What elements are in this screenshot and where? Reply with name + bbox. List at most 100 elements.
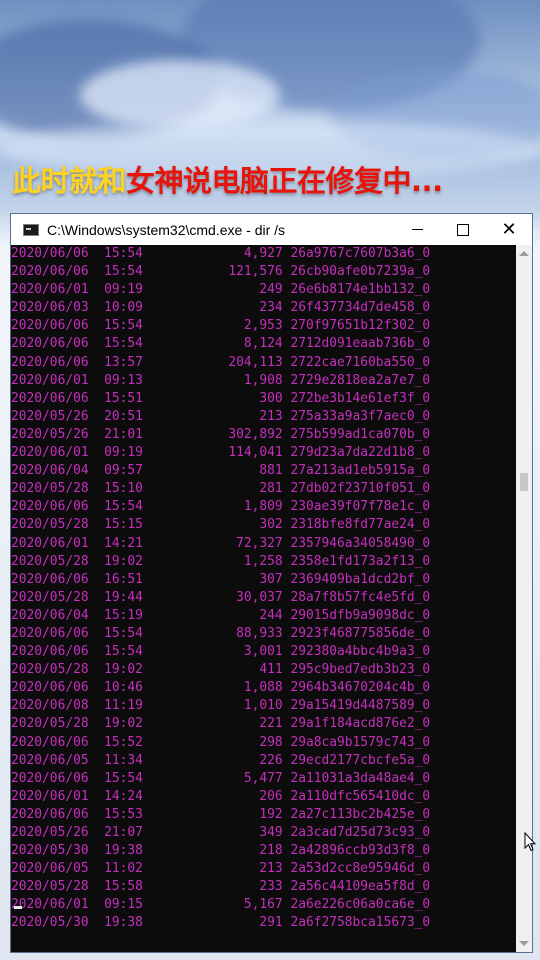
scrollbar-thumb[interactable] — [520, 473, 528, 491]
entry-time: 15:58 — [104, 879, 143, 895]
console-line: 2020/05/28 19:02 221 29a1f184acd876e2_0 — [11, 715, 516, 733]
window-titlebar[interactable]: C:\Windows\system32\cmd.exe - dir /s ✕ — [11, 214, 532, 245]
entry-date: 2020/06/06 — [11, 625, 89, 641]
entry-date: 2020/05/28 — [11, 662, 89, 678]
console-line: 2020/06/08 11:19 1,010 29a15419d4487589_… — [11, 697, 516, 715]
entry-date: 2020/06/06 — [11, 806, 89, 822]
console-line: 2020/06/06 15:54 4,927 26a9767c7607b3a6_… — [11, 245, 516, 263]
entry-size: 114,041 — [228, 445, 283, 461]
console-line: 2020/05/26 20:51 213 275a33a9a3f7aec0_0 — [11, 408, 516, 426]
mouse-pointer-icon — [524, 832, 536, 852]
entry-size: 221 — [259, 716, 283, 732]
entry-size: 30,037 — [236, 589, 283, 605]
entry-size: 1,088 — [243, 680, 283, 696]
console-line: 2020/06/04 15:19 244 29015dfb9a9098dc_0 — [11, 607, 516, 625]
entry-date: 2020/06/06 — [11, 318, 89, 334]
entry-date: 2020/05/26 — [11, 825, 89, 840]
entry-size: 298 — [259, 734, 283, 750]
entry-time: 11:19 — [104, 698, 143, 714]
entry-size: 204,113 — [228, 354, 283, 370]
entry-size: 349 — [259, 825, 283, 840]
entry-date: 2020/06/06 — [11, 770, 89, 786]
entry-time: 11:34 — [104, 752, 143, 768]
caption-part-1: 此时就和 — [12, 164, 127, 198]
entry-name: 2a53d2cc8e95946d_0 — [290, 861, 431, 877]
entry-date: 2020/06/06 — [11, 354, 89, 370]
entry-name: 29015dfb9a9098dc_0 — [290, 607, 431, 623]
entry-time: 15:53 — [104, 806, 143, 822]
console-line: 2020/06/06 15:51 300 272be3b14e61ef3f_0 — [11, 390, 516, 408]
entry-size: 244 — [259, 607, 283, 623]
entry-name: 27db02f23710f051_0 — [290, 481, 431, 497]
entry-time: 09:19 — [104, 282, 143, 298]
entry-date: 2020/06/06 — [11, 499, 89, 515]
entry-date: 2020/06/04 — [11, 463, 89, 479]
entry-size: 4,927 — [243, 246, 283, 261]
entry-size: 206 — [259, 788, 283, 804]
scroll-down-icon[interactable] — [519, 941, 529, 946]
entry-name: 295c9bed7edb3b23_0 — [290, 662, 431, 678]
console-line: 2020/06/01 09:15 5,167 2a6e226c06a0ca6e_… — [11, 896, 516, 914]
entry-size: 192 — [259, 806, 283, 822]
entry-name: 27a213ad1eb5915a_0 — [290, 463, 431, 479]
entry-name: 2a11031a3da48ae4_0 — [290, 770, 431, 786]
console-line: 2020/05/28 15:10 281 27db02f23710f051_0 — [11, 480, 516, 498]
console-line: 2020/06/01 09:19 114,041 279d23a7da22d1b… — [11, 444, 516, 462]
console-line: 2020/06/03 10:09 234 26f437734d7de458_0 — [11, 299, 516, 317]
console-line: 2020/05/30 19:38 291 2a6f2758bca15673_0 — [11, 914, 516, 932]
entry-date: 2020/06/06 — [11, 680, 89, 696]
minimize-button[interactable] — [394, 214, 440, 245]
window-title: C:\Windows\system32\cmd.exe - dir /s — [47, 221, 286, 238]
console-line: 2020/05/28 15:58 233 2a56c44109ea5f8d_0 — [11, 878, 516, 896]
entry-name: 279d23a7da22d1b8_0 — [290, 445, 431, 461]
entry-size: 2,953 — [243, 318, 283, 334]
entry-date: 2020/06/04 — [11, 607, 89, 623]
entry-date: 2020/06/06 — [11, 390, 89, 406]
close-button[interactable]: ✕ — [486, 214, 532, 245]
console-line: 2020/05/28 19:44 30,037 28a7f8b57fc4e5fd… — [11, 589, 516, 607]
entry-time: 14:24 — [104, 788, 143, 804]
entry-name: 2a42896ccb93d3f8_0 — [290, 843, 431, 859]
entry-date: 2020/06/06 — [11, 571, 89, 587]
entry-time: 19:02 — [104, 716, 143, 732]
console-line: 2020/06/05 11:34 226 29ecd2177cbcfe5a_0 — [11, 752, 516, 770]
entry-time: 14:21 — [104, 535, 143, 551]
entry-time: 16:51 — [104, 571, 143, 587]
maximize-icon — [457, 223, 469, 236]
entry-date: 2020/06/01 — [11, 445, 89, 461]
entry-size: 121,576 — [228, 264, 283, 280]
entry-name: 275a33a9a3f7aec0_0 — [290, 408, 431, 424]
entry-time: 09:19 — [104, 445, 143, 461]
entry-date: 2020/05/26 — [11, 408, 89, 424]
entry-time: 15:54 — [104, 318, 143, 334]
entry-time: 19:38 — [104, 915, 143, 931]
cmd-icon[interactable] — [23, 223, 39, 236]
console-line: 2020/06/01 09:13 1,908 2729e2818ea2a7e7_… — [11, 372, 516, 390]
entry-time: 15:52 — [104, 734, 143, 750]
entry-size: 1,809 — [243, 499, 283, 515]
entry-date: 2020/05/28 — [11, 517, 89, 533]
entry-name: 2a6f2758bca15673_0 — [290, 915, 431, 931]
scroll-up-icon[interactable] — [519, 251, 529, 256]
console-line: 2020/06/05 11:02 213 2a53d2cc8e95946d_0 — [11, 860, 516, 878]
console-line: 2020/05/26 21:07 349 2a3cad7d25d73c93_0 — [11, 824, 516, 842]
entry-size: 307 — [259, 571, 283, 587]
maximize-button[interactable] — [440, 214, 486, 245]
entry-size: 302,892 — [228, 426, 283, 442]
cmd-window[interactable]: C:\Windows\system32\cmd.exe - dir /s ✕ 2… — [10, 213, 533, 953]
console-line: 2020/06/06 15:52 298 29a8ca9b1579c743_0 — [11, 734, 516, 752]
entry-date: 2020/05/30 — [11, 843, 89, 859]
console-line: 2020/06/04 09:57 881 27a213ad1eb5915a_0 — [11, 462, 516, 480]
console-output[interactable]: 2020/06/06 15:54 4,927 26a9767c7607b3a6_… — [11, 245, 516, 952]
entry-date: 2020/06/06 — [11, 734, 89, 750]
entry-date: 2020/06/05 — [11, 752, 89, 768]
entry-time: 15:54 — [104, 499, 143, 515]
entry-time: 09:15 — [104, 897, 143, 913]
entry-size: 411 — [259, 662, 283, 678]
entry-name: 2a3cad7d25d73c93_0 — [290, 825, 431, 840]
entry-size: 1,010 — [243, 698, 283, 714]
console-line: 2020/06/06 15:53 192 2a27c113bc2b425e_0 — [11, 806, 516, 824]
entry-name: 2318bfe8fd77ae24_0 — [290, 517, 431, 533]
minimize-icon — [411, 229, 423, 230]
entry-date: 2020/05/28 — [11, 553, 89, 569]
